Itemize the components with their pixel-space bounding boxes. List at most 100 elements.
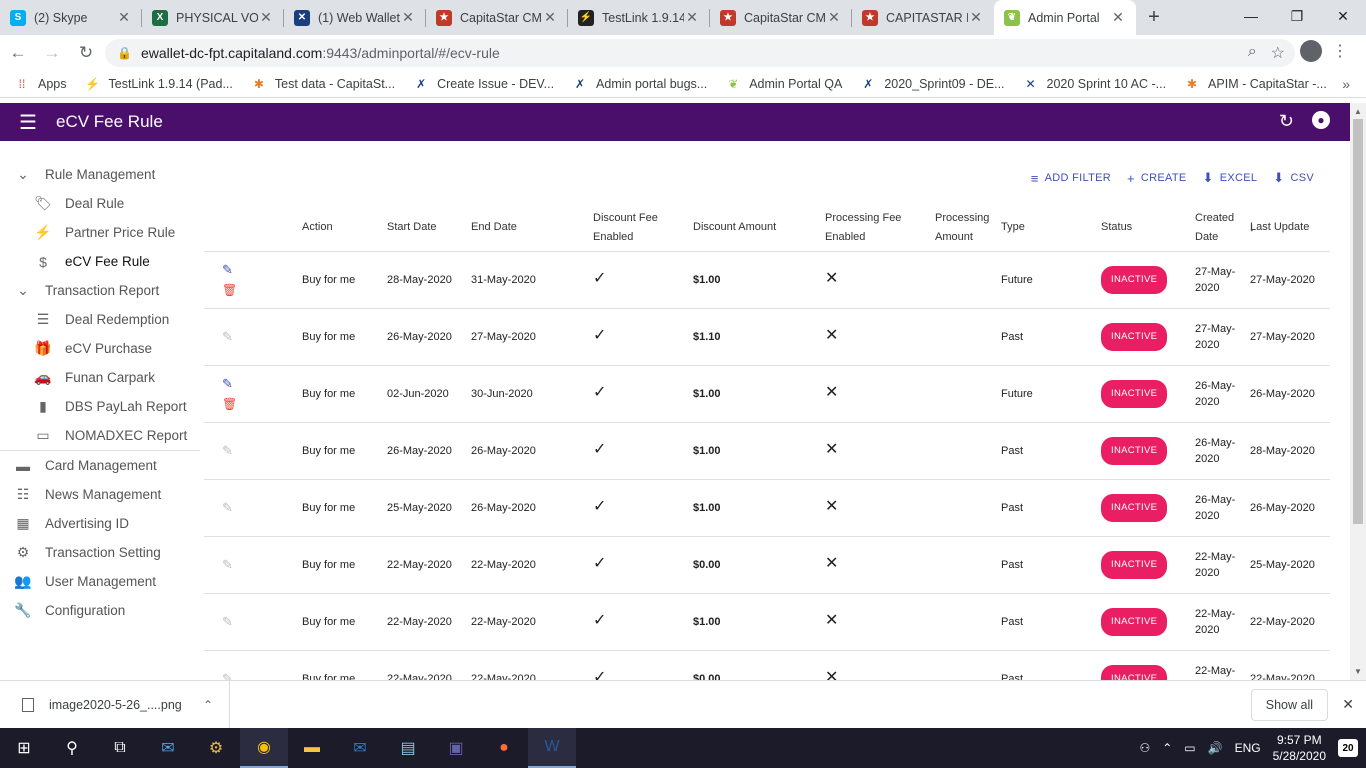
sidebar-item-user-management[interactable]: 👥 User Management: [0, 567, 200, 596]
sidebar-item-transaction-report[interactable]: ⌄ Transaction Report: [0, 276, 200, 305]
sidebar-item-configuration[interactable]: 🔧 Configuration: [0, 596, 200, 625]
url-input[interactable]: 🔒 ewallet-dc-fpt.capitaland.com:9443/adm…: [105, 39, 1295, 67]
table-row[interactable]: ✎ 🗑 Buy for me 28-May-2020 31-May-2020 ✓ …: [204, 251, 1330, 309]
new-tab-icon[interactable]: +: [1136, 0, 1172, 35]
sidebar-item-card-management[interactable]: ▬ Card Management: [0, 451, 200, 480]
sidebar-item-deal-rule[interactable]: 🏷 Deal Rule: [0, 189, 200, 218]
chevron-up-icon[interactable]: ⌃: [203, 698, 213, 712]
column-processing-amount[interactable]: Processing Amount: [935, 205, 1001, 252]
tab-close-icon[interactable]: ✕: [116, 9, 132, 26]
minimize-icon[interactable]: —: [1228, 0, 1274, 32]
edit-icon[interactable]: ✎: [222, 376, 296, 392]
scroll-up-icon[interactable]: ▲: [1354, 107, 1362, 116]
browser-tab[interactable]: ★ CAPITASTAR M ✕: [852, 0, 994, 35]
column-start-date[interactable]: Start Date: [387, 205, 471, 252]
table-row[interactable]: ✎ Buy for me 22-May-2020 22-May-2020 ✓ $…: [204, 593, 1330, 651]
kebab-menu-icon[interactable]: ⋮: [1332, 41, 1348, 61]
column-action[interactable]: Action: [302, 205, 387, 252]
sidebar-item-nomadxec-report[interactable]: ▭ NOMADXEC Report: [0, 421, 200, 450]
browser-tab[interactable]: ❦ Admin Portal ✕: [994, 0, 1136, 35]
column-discount-amount[interactable]: Discount Amount: [693, 205, 825, 252]
bookmark-item[interactable]: ✗ Admin portal bugs...: [572, 76, 707, 92]
sidebar-item-news-management[interactable]: ☷ News Management: [0, 480, 200, 509]
browser-tab[interactable]: S (2) Skype ✕: [0, 0, 142, 35]
sidebar-item-funan-carpark[interactable]: 🚗 Funan Carpark: [0, 363, 200, 392]
tab-close-icon[interactable]: ✕: [968, 9, 984, 26]
tab-close-icon[interactable]: ✕: [400, 9, 416, 26]
bookmark-item[interactable]: ✗ Create Issue - DEV...: [413, 76, 554, 92]
close-window-icon[interactable]: ✕: [1320, 0, 1366, 32]
bookmarks-overflow-icon[interactable]: »: [1342, 76, 1350, 92]
file-explorer-icon[interactable]: ▬: [288, 728, 336, 768]
column-last-update[interactable]: Last Update: [1250, 205, 1330, 252]
scroll-down-icon[interactable]: ▼: [1354, 667, 1362, 676]
postman-icon[interactable]: ●: [480, 728, 528, 768]
network-icon[interactable]: ▭: [1184, 741, 1195, 755]
bookmark-item[interactable]: ⁞⁞ Apps: [14, 76, 67, 92]
windows-start-icon[interactable]: ⊞: [0, 728, 48, 768]
task-view-icon[interactable]: ⧉: [96, 728, 144, 768]
sidebar-item-dbs-paylah-report[interactable]: ▮ DBS PayLah Report: [0, 392, 200, 421]
browser-tab[interactable]: ⚡ TestLink 1.9.14 ✕: [568, 0, 710, 35]
table-row[interactable]: ✎ Buy for me 26-May-2020 27-May-2020 ✓ $…: [204, 308, 1330, 366]
profile-avatar[interactable]: [1300, 40, 1322, 62]
sidebar-item-transaction-setting[interactable]: ⚙ Transaction Setting: [0, 538, 200, 567]
table-row[interactable]: ✎ Buy for me 22-May-2020 22-May-2020 ✓ $…: [204, 536, 1330, 594]
browser-tab[interactable]: X PHYSICAL VOU✕: [142, 0, 284, 35]
word-icon[interactable]: W: [528, 728, 576, 768]
delete-icon[interactable]: 🗑: [222, 396, 296, 412]
column-end-date[interactable]: End Date: [471, 205, 593, 252]
tab-close-icon[interactable]: ✕: [542, 9, 558, 26]
mail-icon[interactable]: ✉: [144, 728, 192, 768]
zoom-icon[interactable]: ⌕: [1248, 43, 1257, 63]
table-row[interactable]: ✎ Buy for me 26-May-2020 26-May-2020 ✓ $…: [204, 422, 1330, 480]
notification-center-icon[interactable]: 20: [1338, 739, 1358, 757]
table-row[interactable]: ✎ Buy for me 22-May-2020 22-May-2020 ✓ $…: [204, 650, 1330, 680]
sidebar-item-advertising-id[interactable]: ▦ Advertising ID: [0, 509, 200, 538]
tools-app-icon[interactable]: ⚙: [192, 728, 240, 768]
star-icon[interactable]: ☆: [1271, 43, 1285, 63]
sidebar-item-deal-redemption[interactable]: ☰ Deal Redemption: [0, 305, 200, 334]
people-icon[interactable]: ⚇: [1139, 741, 1150, 755]
column-processing-enabled[interactable]: Processing Fee Enabled: [825, 205, 935, 252]
chrome-icon[interactable]: ◉: [240, 728, 288, 768]
column-type[interactable]: Type: [1001, 205, 1101, 252]
close-shelf-icon[interactable]: ✕: [1342, 696, 1354, 713]
edit-icon[interactable]: ✎: [222, 262, 296, 278]
add-filter-button[interactable]: ≡ ADD FILTER: [1031, 170, 1111, 186]
tab-close-icon[interactable]: ✕: [684, 9, 700, 26]
hamburger-menu-icon[interactable]: ☰: [0, 110, 56, 135]
bookmark-item[interactable]: ✕ 2020 Sprint 10 AC -...: [1023, 76, 1167, 92]
language-indicator[interactable]: ENG: [1235, 741, 1261, 755]
tab-close-icon[interactable]: ✕: [258, 9, 274, 26]
outlook-icon[interactable]: ✉: [336, 728, 384, 768]
excel-export-button[interactable]: ⬇ EXCEL: [1202, 170, 1257, 186]
column-discount-enabled[interactable]: Discount Fee Enabled: [593, 205, 693, 252]
refresh-icon[interactable]: ↻: [1279, 111, 1294, 132]
show-all-button[interactable]: Show all: [1250, 689, 1328, 721]
table-row[interactable]: ✎ 🗑 Buy for me 02-Jun-2020 30-Jun-2020 ✓ …: [204, 365, 1330, 423]
browser-tab[interactable]: ★ CapitaStar CM ✕: [710, 0, 852, 35]
maximize-icon[interactable]: ❐: [1274, 0, 1320, 32]
tab-close-icon[interactable]: ✕: [826, 9, 842, 26]
sidebar-item-ecv-fee-rule[interactable]: $ eCV Fee Rule: [0, 247, 200, 276]
chevron-up-icon[interactable]: ⌃: [1162, 741, 1172, 755]
scrollbar-thumb[interactable]: [1353, 119, 1363, 524]
teams-icon[interactable]: ▣: [432, 728, 480, 768]
bookmark-item[interactable]: ⚡ TestLink 1.9.14 (Pad...: [85, 76, 233, 92]
bookmark-item[interactable]: ✗ 2020_Sprint09 - DE...: [860, 76, 1004, 92]
create-button[interactable]: + CREATE: [1127, 170, 1187, 186]
sidebar-item-partner-price-rule[interactable]: ⚡ Partner Price Rule: [0, 218, 200, 247]
sidebar-item-ecv-purchase[interactable]: 🎁 eCV Purchase: [0, 334, 200, 363]
bookmark-item[interactable]: ❦ Admin Portal QA: [725, 76, 842, 92]
notepad-icon[interactable]: ▤: [384, 728, 432, 768]
download-item[interactable]: image2020-5-26_....png ⌃: [0, 680, 230, 729]
table-row[interactable]: ✎ Buy for me 25-May-2020 26-May-2020 ✓ $…: [204, 479, 1330, 537]
browser-tab[interactable]: ★ CapitaStar CM ✕: [426, 0, 568, 35]
column-created-date[interactable]: Created Date ↓: [1195, 205, 1255, 252]
delete-icon[interactable]: 🗑: [222, 282, 296, 298]
clock[interactable]: 9:57 PM 5/28/2020: [1273, 732, 1326, 764]
bookmark-item[interactable]: ✱ Test data - CapitaSt...: [251, 76, 395, 92]
column-status[interactable]: Status: [1101, 205, 1195, 252]
back-icon[interactable]: ←: [2, 37, 34, 69]
